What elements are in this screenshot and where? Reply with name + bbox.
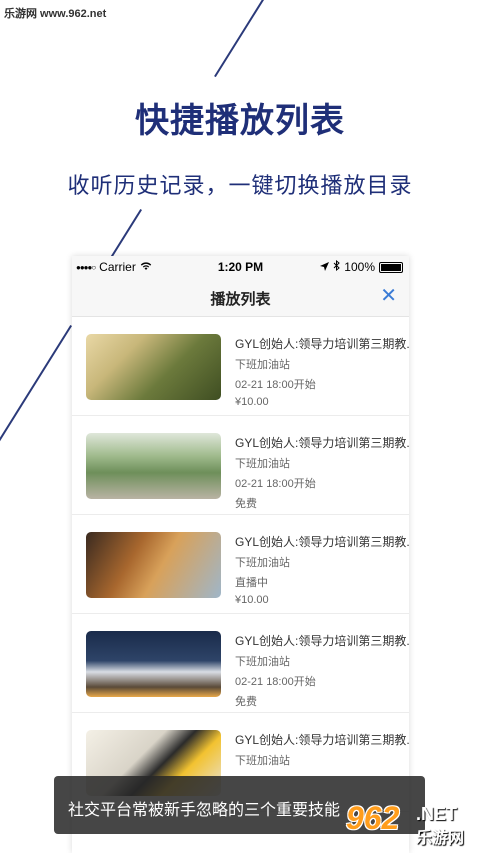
- item-title: GYL创始人:领导力培训第三期教...: [235, 634, 409, 648]
- item-status: 02-21 18:00开始: [235, 676, 316, 688]
- item-host: 下班加油站: [235, 656, 290, 668]
- toast-text: 社交平台常被新手忽略的三个重要技能: [68, 802, 341, 819]
- battery-icon: [379, 261, 403, 273]
- list-item[interactable]: GYL创始人:领导力培训第三期教... 下班加油站 02-21 18:00开始 …: [72, 614, 409, 713]
- decorative-line-middle: [111, 209, 142, 258]
- item-price: 免费: [235, 498, 257, 510]
- list-item[interactable]: GYL创始人:领导力培训第三期教... 下班加油站 直播中 ¥10.00: [72, 515, 409, 614]
- hero-subtitle: 收听历史记录，一键切换播放目录: [67, 173, 413, 198]
- item-status: 直播中: [235, 577, 268, 589]
- nav-bar: 播放列表 ✕: [72, 278, 409, 317]
- item-status: 02-21 18:00开始: [235, 379, 316, 391]
- list-item[interactable]: GYL创始人:领导力培训第三期教... 下班加油站 02-21 18:00开始 …: [72, 416, 409, 515]
- thumbnail-image: [86, 433, 221, 499]
- status-right: 100%: [320, 259, 403, 274]
- logo-net: .NET: [416, 804, 458, 824]
- decorative-line-top: [214, 0, 264, 78]
- item-host: 下班加油站: [235, 755, 290, 767]
- logo-cn: 乐游网: [416, 830, 465, 847]
- item-price: ¥10.00: [235, 396, 269, 408]
- thumbnail-image: [86, 532, 221, 598]
- item-title: GYL创始人:领导力培训第三期教...: [235, 337, 409, 351]
- decorative-line-left: [0, 325, 73, 455]
- item-host: 下班加油站: [235, 458, 290, 470]
- status-bar: ●●●●○ Carrier 1:20 PM 100%: [72, 256, 409, 278]
- item-host: 下班加油站: [235, 557, 290, 569]
- item-host: 下班加油站: [235, 359, 290, 371]
- playlist: GYL创始人:领导力培训第三期教... 下班加油站 02-21 18:00开始 …: [72, 317, 409, 812]
- item-title: GYL创始人:领导力培训第三期教...: [235, 436, 409, 450]
- nav-title: 播放列表: [210, 291, 271, 308]
- battery-percent: 100%: [344, 260, 375, 274]
- phone-screen: ●●●●○ Carrier 1:20 PM 100% 播放列表 ✕ GYL创始人…: [72, 256, 409, 853]
- watermark-text: 乐游网 www.962.net: [0, 4, 111, 22]
- item-price: 免费: [235, 696, 257, 708]
- location-icon: [320, 260, 330, 274]
- hero-title: 快捷播放列表: [135, 102, 345, 140]
- item-price: ¥10.00: [235, 594, 269, 606]
- close-icon[interactable]: ✕: [380, 286, 397, 306]
- item-status: 02-21 18:00开始: [235, 478, 316, 490]
- thumbnail-image: [86, 631, 221, 697]
- list-item[interactable]: GYL创始人:领导力培训第三期教... 下班加油站 02-21 18:00开始 …: [72, 317, 409, 416]
- thumbnail-image: [86, 334, 221, 400]
- item-title: GYL创始人:领导力培训第三期教...: [235, 733, 409, 747]
- bluetooth-icon: [333, 259, 341, 274]
- site-logo: 962 .NET 乐游网: [340, 800, 476, 847]
- logo-number: 962: [346, 800, 400, 836]
- item-title: GYL创始人:领导力培训第三期教...: [235, 535, 409, 549]
